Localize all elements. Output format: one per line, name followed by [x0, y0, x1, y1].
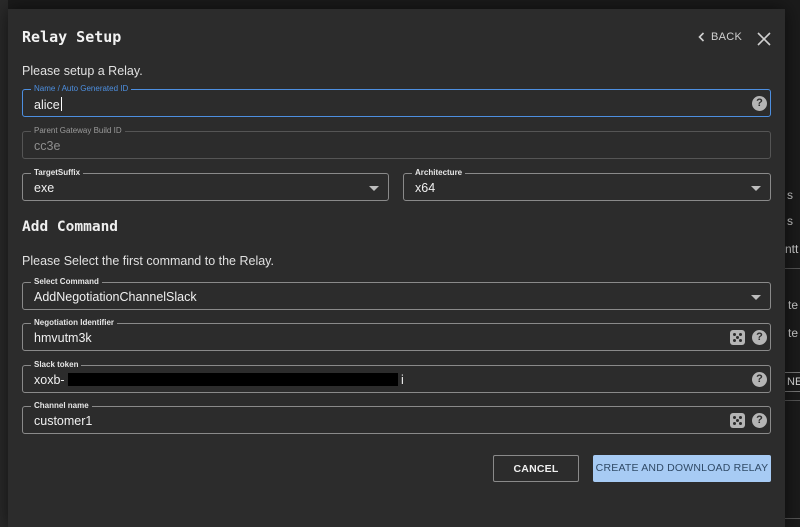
background-left-strip: [0, 0, 8, 527]
architecture-select[interactable]: Architecture x64: [403, 168, 771, 201]
select-command-dropdown[interactable]: Select Command AddNegotiationChannelSlac…: [22, 277, 771, 310]
background-divider: [785, 400, 800, 401]
add-command-heading: Add Command: [22, 219, 119, 235]
name-field-value: alice: [34, 97, 62, 112]
slack-token-prefix: xoxb-: [34, 373, 65, 387]
architecture-value: x64: [415, 181, 436, 195]
slack-token-label: Slack token: [31, 360, 82, 370]
negotiation-identifier-label: Negotiation Identifier: [31, 318, 117, 328]
chevron-down-icon: [369, 186, 379, 191]
chevron-left-icon: [698, 32, 705, 42]
slack-token-field[interactable]: Slack token xoxb- i ?: [22, 360, 771, 393]
slack-token-suffix: i: [401, 373, 404, 387]
close-icon[interactable]: [756, 31, 772, 47]
background-text: s: [787, 188, 793, 202]
background-text: ntt: [785, 242, 799, 256]
channel-name-value: customer1: [34, 414, 93, 428]
help-icon[interactable]: ?: [752, 96, 767, 111]
intro-text: Please setup a Relay.: [22, 64, 143, 78]
back-label: BACK: [711, 31, 743, 43]
architecture-label: Architecture: [412, 168, 466, 178]
cancel-button[interactable]: CANCEL: [493, 455, 579, 482]
dice-icon[interactable]: [730, 330, 745, 345]
help-icon[interactable]: ?: [752, 372, 767, 387]
target-suffix-label: TargetSuffix: [31, 168, 84, 178]
chevron-down-icon: [751, 295, 761, 300]
background-divider: [785, 268, 800, 269]
channel-name-label: Channel name: [31, 401, 92, 411]
command-intro-text: Please Select the first command to the R…: [22, 254, 274, 268]
negotiation-identifier-value: hmvutm3k: [34, 331, 92, 345]
background-text: te: [788, 326, 799, 340]
name-field-label: Name / Auto Generated ID: [31, 84, 132, 94]
channel-name-field[interactable]: Channel name customer1 ?: [22, 401, 771, 434]
help-icon[interactable]: ?: [752, 413, 767, 428]
parent-build-field: Parent Gateway Build ID cc3e: [22, 126, 771, 159]
help-icon[interactable]: ?: [752, 330, 767, 345]
target-suffix-select[interactable]: TargetSuffix exe: [22, 168, 389, 201]
parent-build-label: Parent Gateway Build ID: [31, 126, 125, 136]
select-command-value: AddNegotiationChannelSlack: [34, 290, 197, 304]
name-field[interactable]: Name / Auto Generated ID alice ?: [22, 84, 771, 117]
create-and-download-relay-button[interactable]: CREATE AND DOWNLOAD RELAY: [593, 455, 771, 482]
relay-setup-dialog: Relay Setup BACK Please setup a Relay. N…: [8, 9, 785, 527]
negotiation-identifier-field[interactable]: Negotiation Identifier hmvutm3k ?: [22, 318, 771, 351]
chevron-down-icon: [751, 186, 761, 191]
select-command-label: Select Command: [31, 277, 102, 287]
dialog-title: Relay Setup: [22, 28, 122, 46]
background-text: s: [787, 214, 793, 228]
target-suffix-value: exe: [34, 181, 55, 195]
back-button[interactable]: BACK: [698, 31, 742, 43]
redaction-bar: [68, 373, 398, 386]
parent-build-value: cc3e: [34, 139, 61, 153]
dice-icon[interactable]: [730, 413, 745, 428]
background-text: te: [788, 298, 799, 312]
